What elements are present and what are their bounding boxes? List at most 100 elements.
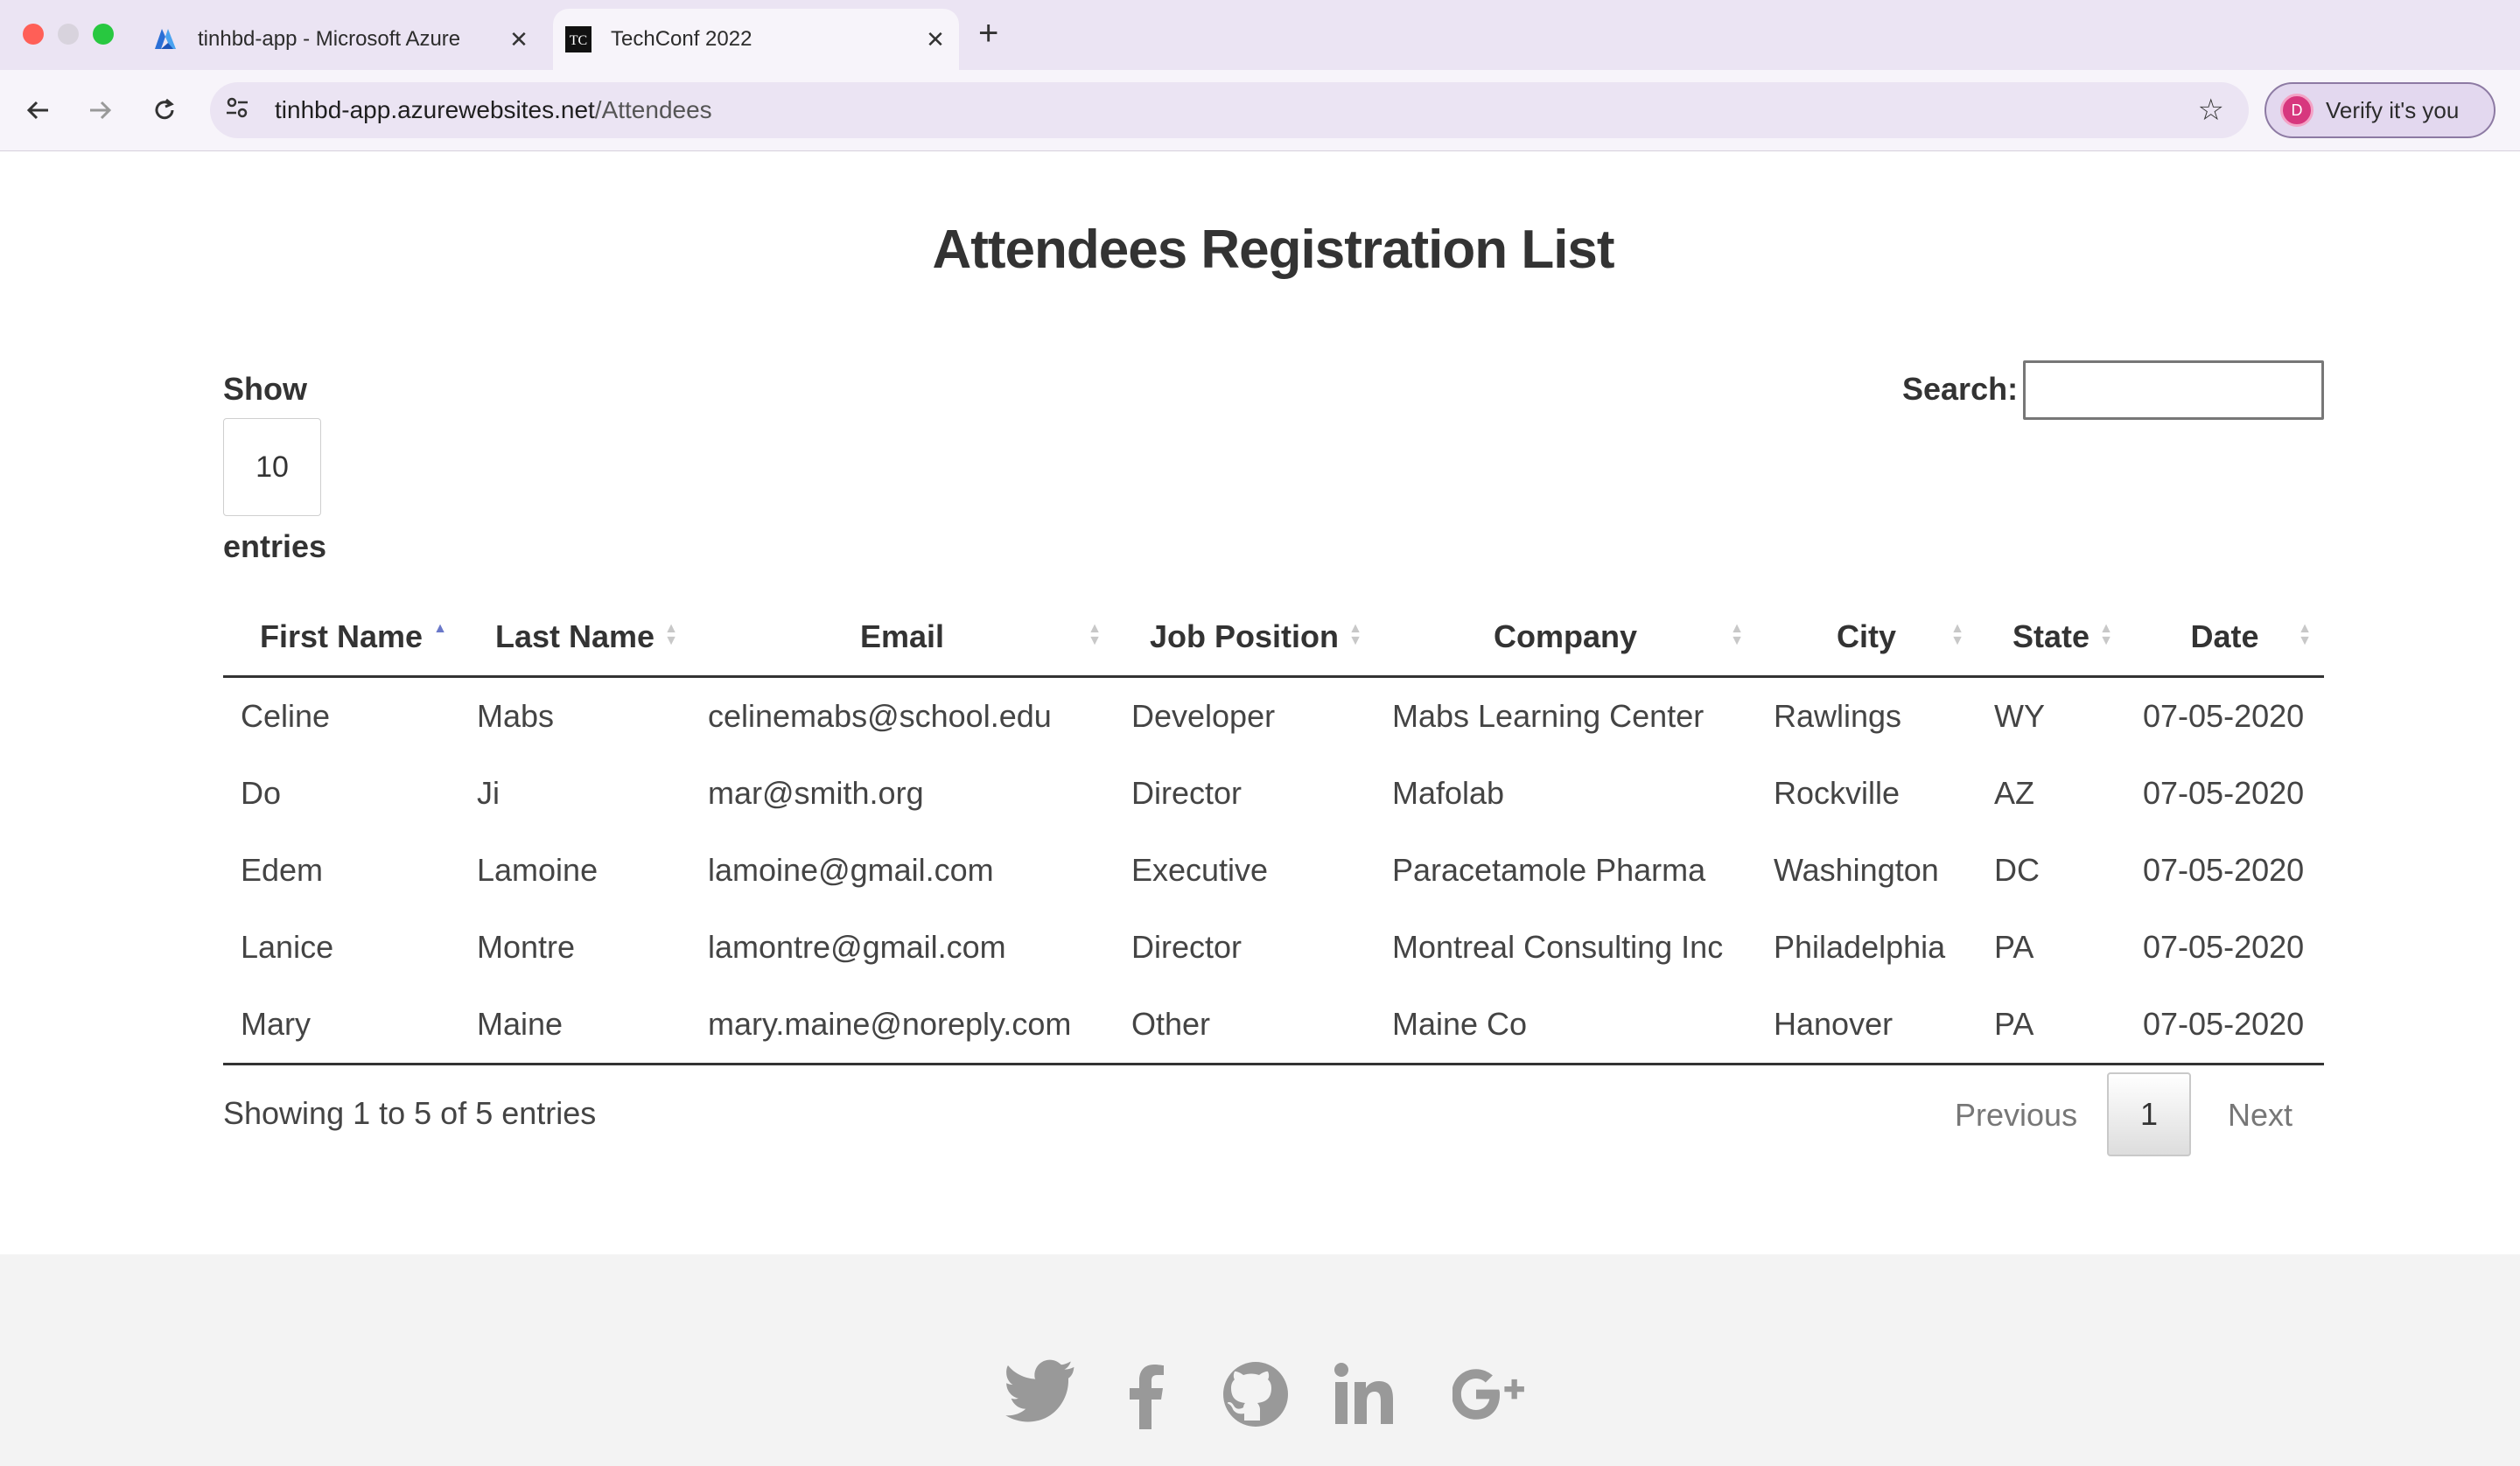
column-header-city[interactable]: City ▲ ▼ — [1756, 598, 1977, 678]
cell-date: 07-05-2020 — [2125, 986, 2324, 1065]
cell-state: DC — [1994, 852, 2040, 888]
column-header-company[interactable]: Company ▲ ▼ — [1375, 598, 1756, 678]
cell-job-position: Director — [1131, 775, 1242, 811]
tab-title: tinhbd-app - Microsoft Azure — [198, 27, 461, 51]
sort-icon: ▲ ▼ — [1348, 621, 1362, 648]
page-1-button[interactable]: 1 — [2107, 1072, 2191, 1156]
cell-job-position: Other — [1114, 986, 1375, 1065]
verify-label: Verify it's you — [2326, 96, 2460, 123]
browser-toolbar: tinhbd-app.azurewebsites.net/Attendees ☆… — [0, 70, 2520, 151]
close-window-button[interactable] — [23, 24, 44, 45]
cell-state: AZ — [1994, 775, 2035, 811]
column-header-last-name[interactable]: Last Name ▲ ▼ — [459, 598, 690, 678]
cell-last-name: Ji — [477, 775, 500, 811]
cell-last-name: Maine — [459, 986, 690, 1065]
cell-state: WY — [1994, 698, 2045, 734]
url-text: tinhbd-app.azurewebsites.net/Attendees — [275, 96, 712, 124]
cell-city: Rawlings — [1774, 698, 1902, 734]
column-header-state[interactable]: State ▲ ▼ — [1977, 598, 2125, 678]
github-icon[interactable] — [1216, 1359, 1295, 1429]
cell-first-name: Mary — [223, 986, 459, 1065]
table-header-row: First Name▲▼ Last Name▲▼ Email▲▼ Job Pos… — [223, 598, 2324, 678]
cell-state: PA — [1994, 929, 2034, 965]
site-settings-icon[interactable] — [224, 94, 259, 127]
minimize-window-button[interactable] — [58, 24, 79, 45]
address-bar[interactable]: tinhbd-app.azurewebsites.net/Attendees ☆ — [210, 82, 2249, 138]
bookmark-star-icon[interactable]: ☆ — [2198, 93, 2224, 128]
page-title: Attendees Registration List — [932, 220, 1614, 280]
table-info: Showing 1 to 5 of 5 entries — [223, 1095, 597, 1131]
cell-city: Hanover — [1756, 986, 1977, 1065]
cell-last-name: Montre — [477, 929, 576, 965]
close-tab-icon[interactable]: ✕ — [506, 26, 532, 53]
verify-identity-button[interactable]: D Verify it's you — [2264, 82, 2496, 138]
cell-company: Maine Co — [1375, 986, 1756, 1065]
twitter-icon[interactable] — [1003, 1359, 1082, 1429]
cell-company: Mafolab — [1392, 775, 1505, 811]
browser-tab-techconf[interactable]: TC TechConf 2022 ✕ — [553, 9, 959, 70]
entries-label: entries — [223, 528, 327, 564]
sort-icon: ▲ ▼ — [1088, 621, 1102, 648]
cell-job-position: Developer — [1131, 698, 1276, 734]
page-footer — [0, 1254, 2520, 1466]
cell-job-position: Executive — [1131, 852, 1269, 888]
browser-tab-azure[interactable]: tinhbd-app - Microsoft Azure ✕ — [140, 9, 542, 70]
attendees-table: First Name▲▼ Last Name▲▼ Email▲▼ Job Pos… — [223, 598, 2324, 1065]
page-length-select[interactable]: 10 — [223, 418, 321, 516]
forward-icon[interactable] — [79, 89, 121, 131]
cell-email: celinemabs@school.edu — [708, 698, 1052, 734]
google-plus-icon[interactable] — [1452, 1359, 1531, 1429]
search-label: Search: — [1902, 371, 2019, 407]
next-page-button[interactable]: Next — [2228, 1097, 2292, 1134]
browser-tabbar: tinhbd-app - Microsoft Azure ✕ TC TechCo… — [0, 0, 2520, 70]
column-header-first-name[interactable]: First Name▲▼ — [223, 598, 459, 678]
sort-icon: ▲ ▼ — [2298, 621, 2312, 648]
techconf-icon-text: TC — [570, 33, 587, 48]
sort-ascending-icon: ▲▼ — [433, 621, 447, 636]
reload-icon[interactable] — [144, 89, 186, 131]
cell-email: mar@smith.org — [708, 775, 924, 811]
cell-first-name: Lanice — [241, 929, 334, 965]
column-header-date[interactable]: Date ▲ ▼ — [2125, 598, 2324, 678]
cell-city: Rockville — [1774, 775, 1900, 811]
cell-last-name: Lamoine — [477, 852, 598, 888]
profile-avatar: D — [2280, 94, 2314, 127]
cell-first-name: Celine — [241, 698, 331, 734]
cell-date: 07-05-2020 — [2143, 852, 2305, 888]
previous-page-button[interactable]: Previous — [1955, 1097, 2077, 1134]
linkedin-icon[interactable] — [1328, 1359, 1407, 1429]
sort-icon: ▲ ▼ — [1730, 621, 1744, 648]
search-input[interactable] — [2023, 360, 2324, 420]
url-host: tinhbd-app.azurewebsites.net — [275, 96, 595, 123]
new-tab-button[interactable]: + — [978, 14, 998, 53]
maximize-window-button[interactable] — [93, 24, 114, 45]
show-label: Show — [223, 371, 307, 407]
cell-city: Philadelphia — [1774, 929, 1946, 965]
cell-date: 07-05-2020 — [2143, 775, 2305, 811]
back-icon[interactable] — [18, 89, 60, 131]
cell-state: PA — [1977, 986, 2125, 1065]
cell-email: mary.maine@noreply.com — [690, 986, 1114, 1065]
facebook-icon[interactable] — [1110, 1359, 1188, 1429]
cell-job-position: Director — [1131, 929, 1242, 965]
sort-icon: ▲ ▼ — [664, 621, 678, 648]
cell-date: 07-05-2020 — [2143, 929, 2305, 965]
column-header-job-position[interactable]: Job Position ▲ ▼ — [1114, 598, 1375, 678]
table-row: Do Ji mar@smith.org Director Mafolab Roc… — [223, 755, 2324, 832]
column-header-email[interactable]: Email ▲ ▼ — [690, 598, 1114, 678]
table-row: Edem Lamoine lamoine@gmail.com Executive… — [223, 832, 2324, 909]
table-row: Celine Mabs celinemabs@school.edu Develo… — [223, 677, 2324, 756]
cell-email: lamontre@gmail.com — [708, 929, 1006, 965]
cell-first-name: Edem — [241, 852, 324, 888]
azure-icon — [155, 29, 176, 49]
cell-last-name: Mabs — [477, 698, 555, 734]
close-tab-icon[interactable]: ✕ — [922, 26, 948, 53]
sort-icon: ▲ ▼ — [1950, 621, 1964, 648]
sort-icon: ▲ ▼ — [2099, 621, 2113, 648]
cell-date: 07-05-2020 — [2143, 698, 2305, 734]
tab-title: TechConf 2022 — [611, 27, 752, 51]
cell-company: Paracetamole Pharma — [1392, 852, 1706, 888]
techconf-icon: TC — [565, 26, 592, 52]
table-row: Lanice Montre lamontre@gmail.com Directo… — [223, 909, 2324, 986]
cell-city: Washington — [1774, 852, 1939, 888]
